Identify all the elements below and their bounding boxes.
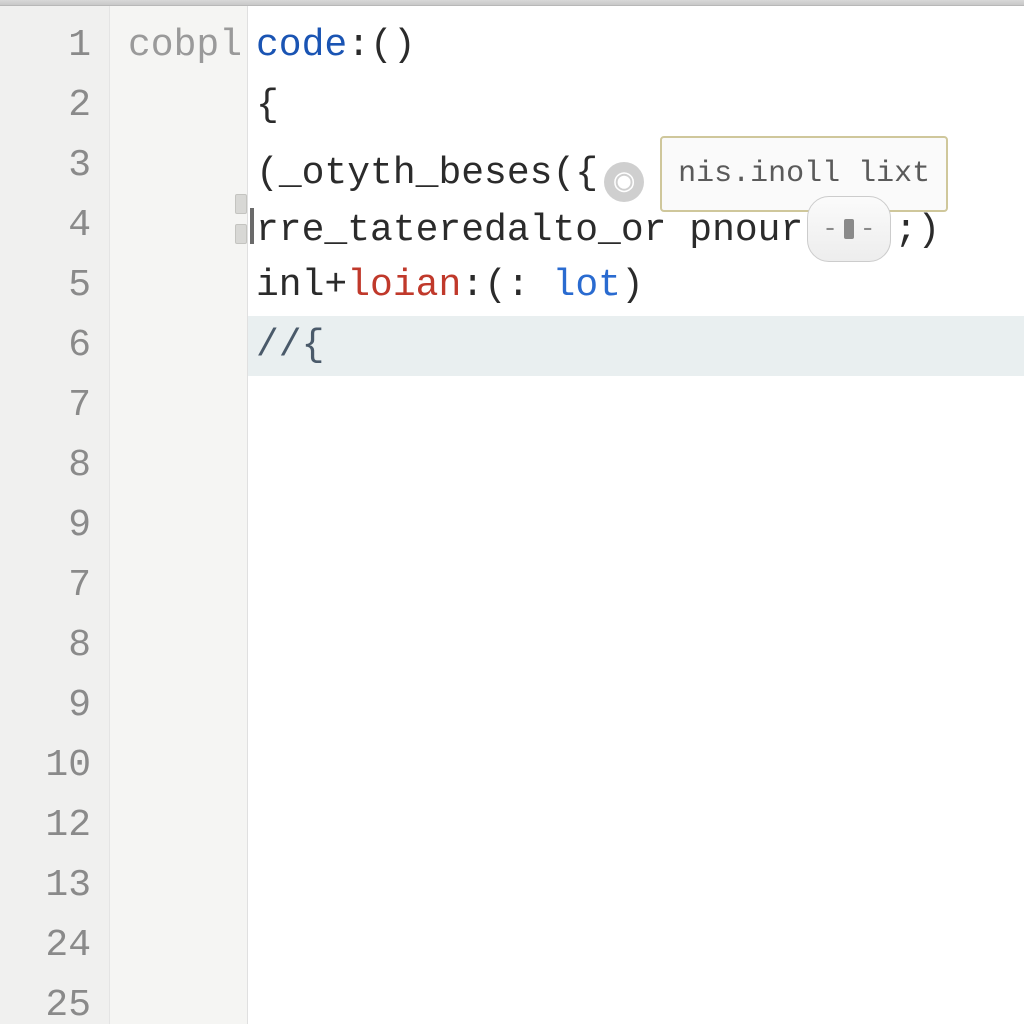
code-line[interactable] (256, 556, 1024, 616)
label-column: cobpl (110, 6, 248, 1024)
token-identifier: _otyth_beses (279, 152, 553, 195)
token-error: loian (347, 264, 461, 307)
cursor-marker-icon (250, 208, 254, 244)
token-dots: : (507, 264, 530, 307)
token-punct: ;) (895, 209, 941, 252)
line-number: 8 (0, 436, 91, 496)
token-identifier: inl (256, 264, 324, 307)
code-line[interactable] (256, 376, 1024, 436)
line-number: 9 (0, 676, 91, 736)
token-brace: { (256, 84, 279, 127)
token-punct: : (347, 24, 370, 67)
code-line[interactable]: { (256, 76, 1024, 136)
line-number: 25 (0, 976, 91, 1024)
token-punct: ( (256, 152, 279, 195)
pill-left: - (822, 199, 838, 259)
token-keyword: code (256, 24, 347, 67)
code-line[interactable] (256, 976, 1024, 1024)
code-line[interactable]: code:() (256, 16, 1024, 76)
line-number: 12 (0, 796, 91, 856)
token-identifier: rre_tateredalto_or pnour (256, 209, 803, 252)
code-line[interactable]: inl+loian:(: lot) (256, 256, 1024, 316)
line-number: 2 (0, 76, 91, 136)
token-punct: : (461, 264, 484, 307)
fold-widget-close-icon[interactable] (235, 224, 247, 244)
line-label: cobpl (128, 16, 247, 76)
code-line[interactable] (256, 856, 1024, 916)
line-number: 7 (0, 376, 91, 436)
code-line[interactable]: (_otyth_beses({◉nis.inoll lixt (256, 136, 1024, 196)
token-keyword: lot (553, 264, 621, 307)
line-number: 6 (0, 316, 91, 376)
code-line[interactable] (256, 916, 1024, 976)
pill-right: - (860, 199, 876, 259)
line-number: 7 (0, 556, 91, 616)
line-number: 4 (0, 196, 91, 256)
code-line[interactable] (256, 496, 1024, 556)
line-number: 10 (0, 736, 91, 796)
code-line[interactable] (256, 436, 1024, 496)
token-punct: ( (484, 264, 507, 307)
code-area[interactable]: code:() { (_otyth_beses({◉nis.inoll lixt… (248, 6, 1024, 1024)
line-number: 8 (0, 616, 91, 676)
token-punct: () (370, 24, 416, 67)
fold-widget-open-icon[interactable] (235, 194, 247, 214)
token-punct: ({ (552, 152, 598, 195)
code-line[interactable] (256, 676, 1024, 736)
line-number: 3 (0, 136, 91, 196)
token-operator: + (324, 264, 347, 307)
code-line[interactable]: rre_tateredalto_or pnour--;) (256, 196, 1024, 256)
pill-grip-icon (844, 219, 854, 239)
line-number: 5 (0, 256, 91, 316)
line-number: 13 (0, 856, 91, 916)
line-number: 1 (0, 16, 91, 76)
line-number: 9 (0, 496, 91, 556)
code-line[interactable] (256, 616, 1024, 676)
param-pill[interactable]: -- (807, 196, 890, 262)
code-line[interactable] (256, 796, 1024, 856)
code-editor[interactable]: 1 2 3 4 5 6 7 8 9 7 8 9 10 12 13 24 25 c… (0, 6, 1024, 1024)
token-punct: ) (621, 264, 644, 307)
line-number: 24 (0, 916, 91, 976)
line-number-gutter: 1 2 3 4 5 6 7 8 9 7 8 9 10 12 13 24 25 (0, 6, 110, 1024)
code-line-current[interactable]: //{ (248, 316, 1024, 376)
token-comment: //{ (256, 324, 324, 367)
code-line[interactable] (256, 736, 1024, 796)
